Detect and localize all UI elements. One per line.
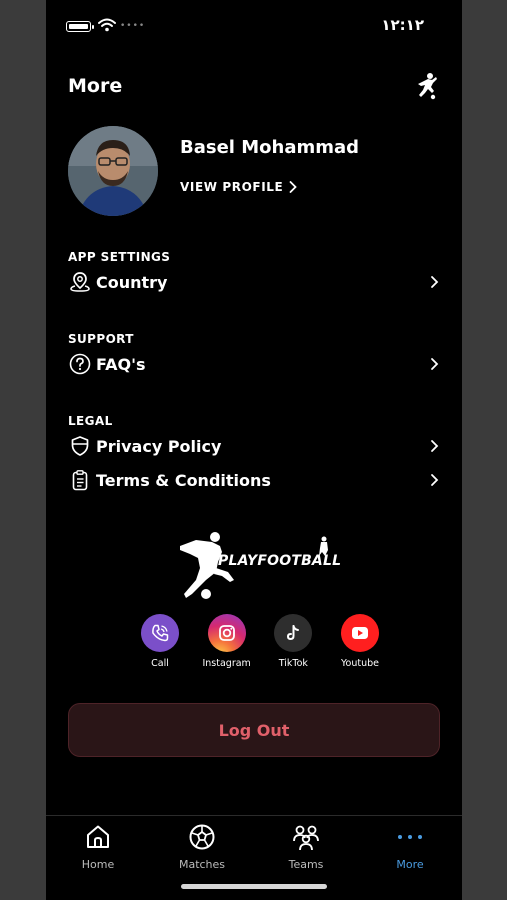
settings-item-label: Terms & Conditions (96, 470, 271, 490)
social-label: Youtube (340, 658, 379, 669)
social-label: Call (151, 658, 169, 669)
signal-icon: •••• (120, 21, 146, 31)
phone-icon (141, 614, 179, 652)
status-time: ١٢:١٢ (381, 16, 424, 34)
question-circle-icon (68, 352, 92, 376)
settings-item-country[interactable]: Country (68, 268, 440, 296)
battery-icon (66, 21, 94, 32)
settings-item-privacy-policy[interactable]: Privacy Policy (68, 432, 440, 460)
chevron-right-icon (431, 358, 439, 370)
settings-item-label: Country (96, 272, 168, 292)
social-label: TikTok (278, 658, 308, 669)
more-dots-icon (395, 822, 425, 852)
view-profile-link[interactable]: VIEW PROFILE (180, 180, 298, 194)
social-call-button[interactable]: Call (130, 614, 190, 669)
page-title: More (68, 75, 123, 97)
social-tiktok-button[interactable]: TikTok (263, 614, 323, 669)
social-instagram-button[interactable]: Instagram (197, 614, 257, 669)
tab-matches[interactable]: Matches (150, 822, 254, 871)
team-icon (291, 822, 321, 852)
chevron-right-icon (431, 276, 439, 288)
settings-item-faqs[interactable]: FAQ's (68, 350, 440, 378)
shield-icon (68, 434, 92, 458)
section-label-app-settings: APP SETTINGS (68, 250, 171, 264)
instagram-icon (207, 614, 246, 652)
settings-item-label: FAQ's (96, 354, 146, 374)
tab-label: More (396, 858, 424, 871)
logout-button[interactable]: Log Out (68, 703, 440, 757)
status-bar: •••• ١٢:١٢ (46, 0, 462, 52)
football-icon (187, 822, 217, 852)
tab-label: Teams (288, 858, 324, 871)
chevron-right-icon (431, 474, 439, 486)
location-icon (68, 270, 92, 294)
social-links: Call Instagram TikTok Youtube (130, 614, 390, 669)
wifi-icon (98, 18, 116, 32)
home-indicator[interactable] (181, 884, 327, 889)
home-icon (83, 822, 113, 852)
settings-item-label: Privacy Policy (96, 436, 222, 456)
profile-name: Basel Mohammad (180, 137, 360, 158)
avatar[interactable] (68, 126, 158, 216)
view-profile-label: VIEW PROFILE (180, 180, 284, 194)
tab-label: Home (81, 858, 115, 871)
chevron-right-icon (289, 181, 298, 193)
brand-name: PLAYFOOTBALL (218, 553, 342, 569)
settings-item-terms-conditions[interactable]: Terms & Conditions (68, 466, 440, 494)
phone-screen: •••• ١٢:١٢ More Basel Mohammad VIEW PROF… (46, 0, 462, 900)
section-label-support: SUPPORT (68, 332, 134, 346)
tiktok-icon (274, 614, 313, 652)
youtube-icon (340, 614, 379, 652)
social-youtube-button[interactable]: Youtube (330, 614, 390, 669)
tab-more[interactable]: More (358, 822, 462, 871)
tab-home[interactable]: Home (46, 822, 150, 871)
tab-teams[interactable]: Teams (254, 822, 358, 871)
social-label: Instagram (202, 658, 251, 669)
tab-label: Matches (178, 858, 226, 871)
clipboard-icon (68, 468, 92, 492)
footballer-logo-icon (418, 73, 437, 100)
section-label-legal: LEGAL (68, 414, 113, 428)
chevron-right-icon (431, 440, 439, 452)
avatar-photo (68, 126, 158, 216)
